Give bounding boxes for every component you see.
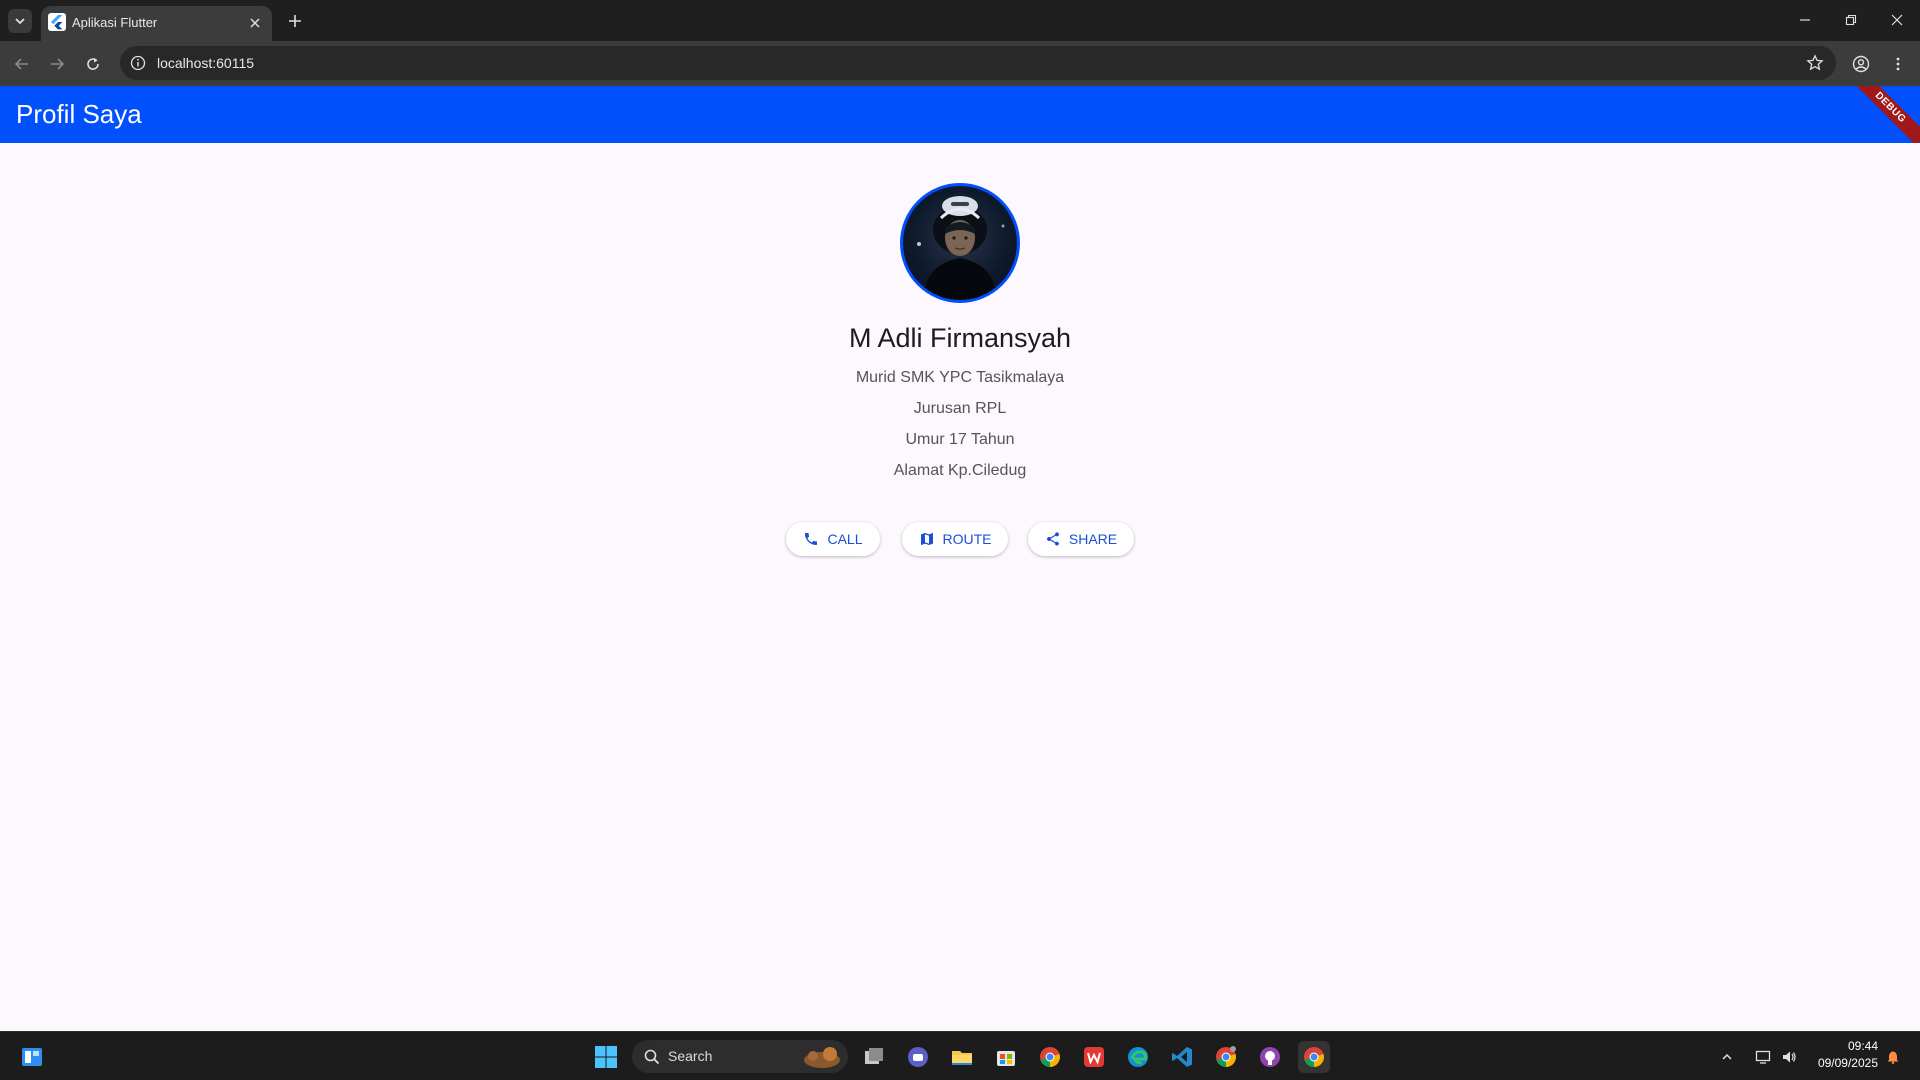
profile-name: M Adli Firmansyah <box>848 323 1072 353</box>
restore-button[interactable] <box>1828 6 1874 34</box>
app-bar: Profil Saya DEBUG <box>0 86 1920 143</box>
profile-major: Jurusan RPL <box>913 400 1007 417</box>
volume-icon[interactable] <box>1778 1041 1800 1073</box>
page-title: Profil Saya <box>16 99 142 129</box>
debug-banner: DEBUG <box>1841 86 1920 143</box>
wps-office-icon[interactable] <box>1078 1041 1110 1073</box>
browser-toolbar: localhost:60115 <box>0 41 1920 86</box>
restore-icon <box>1845 14 1857 26</box>
profile-body: M Adli Firmansyah Murid SMK YPC Tasikmal… <box>0 143 1920 1031</box>
call-button[interactable]: CALL <box>786 522 880 556</box>
more-vert-icon <box>1896 57 1900 71</box>
browser-tab-bar: Aplikasi Flutter <box>0 0 1920 41</box>
site-info-icon[interactable] <box>128 53 148 73</box>
taskbar-search-label: Search <box>668 1048 713 1064</box>
tray-chevron-up-icon[interactable] <box>1716 1041 1738 1073</box>
clock-date: 09/09/2025 <box>1817 1056 1878 1070</box>
share-button[interactable]: SHARE <box>1028 522 1134 556</box>
chrome-icon[interactable] <box>1034 1041 1066 1073</box>
task-view-icon[interactable] <box>858 1041 890 1073</box>
browser-tab[interactable]: Aplikasi Flutter <box>41 6 272 41</box>
arrow-right-icon <box>51 58 65 70</box>
taskbar: Search 09:44 09/09/2025 <box>0 1031 1920 1080</box>
taskbar-search-box[interactable]: Search <box>632 1040 848 1073</box>
clock-time: 09:44 <box>1847 1039 1878 1053</box>
forward-button[interactable] <box>43 50 71 78</box>
profile-school: Murid SMK YPC Tasikmalaya <box>855 369 1065 386</box>
profile-age: Umur 17 Tahun <box>905 431 1015 448</box>
url-text: localhost:60115 <box>157 55 255 71</box>
back-button[interactable] <box>8 50 36 78</box>
avatar-photo <box>917 196 1005 300</box>
address-bar[interactable]: localhost:60115 <box>120 46 1836 80</box>
close-icon <box>1891 14 1903 26</box>
route-label: ROUTE <box>942 531 992 547</box>
bookmark-star-icon[interactable] <box>1804 52 1826 74</box>
taskbar-clock[interactable]: 09:44 09/09/2025 <box>1818 1038 1878 1072</box>
tab-search-button[interactable] <box>8 9 32 33</box>
profile-button[interactable] <box>1847 50 1875 78</box>
file-explorer-icon[interactable] <box>946 1041 978 1073</box>
minimize-button[interactable] <box>1782 6 1828 34</box>
chevron-down-icon <box>15 18 25 25</box>
search-highlight-icon <box>804 1047 840 1068</box>
minimize-icon <box>1800 19 1810 21</box>
profile-address: Alamat Kp.Ciledug <box>893 462 1027 479</box>
map-icon <box>920 533 933 545</box>
profile-avatar <box>900 183 1020 303</box>
phone-icon <box>805 533 818 545</box>
account-circle-icon <box>1852 55 1870 73</box>
teams-chat-icon[interactable] <box>902 1041 934 1073</box>
browser-menu-button[interactable] <box>1884 50 1912 78</box>
github-desktop-icon[interactable] <box>1254 1041 1286 1073</box>
microsoft-store-icon[interactable] <box>990 1041 1022 1073</box>
windows-start-icon[interactable] <box>590 1041 622 1073</box>
close-window-button[interactable] <box>1874 6 1920 34</box>
new-tab-button[interactable] <box>283 9 307 33</box>
route-button[interactable]: ROUTE <box>902 522 1008 556</box>
reload-icon <box>87 58 99 70</box>
widgets-icon[interactable] <box>16 1041 48 1073</box>
tab-close-button[interactable] <box>246 14 264 32</box>
close-icon <box>250 18 260 28</box>
vscode-icon[interactable] <box>1166 1041 1198 1073</box>
notification-bell-icon[interactable] <box>1882 1041 1904 1073</box>
call-label: CALL <box>827 531 863 547</box>
tab-title: Aplikasi Flutter <box>72 15 158 30</box>
share-icon <box>1046 532 1059 546</box>
chrome-profile-icon[interactable] <box>1210 1041 1242 1073</box>
edge-icon[interactable] <box>1122 1041 1154 1073</box>
search-icon <box>644 1049 660 1065</box>
network-icon[interactable] <box>1752 1041 1774 1073</box>
share-label: SHARE <box>1068 531 1118 547</box>
arrow-left-icon <box>14 58 28 70</box>
flutter-icon <box>48 13 66 31</box>
plus-icon <box>289 15 301 27</box>
reload-button[interactable] <box>79 50 107 78</box>
chrome-active-icon[interactable] <box>1298 1041 1330 1073</box>
